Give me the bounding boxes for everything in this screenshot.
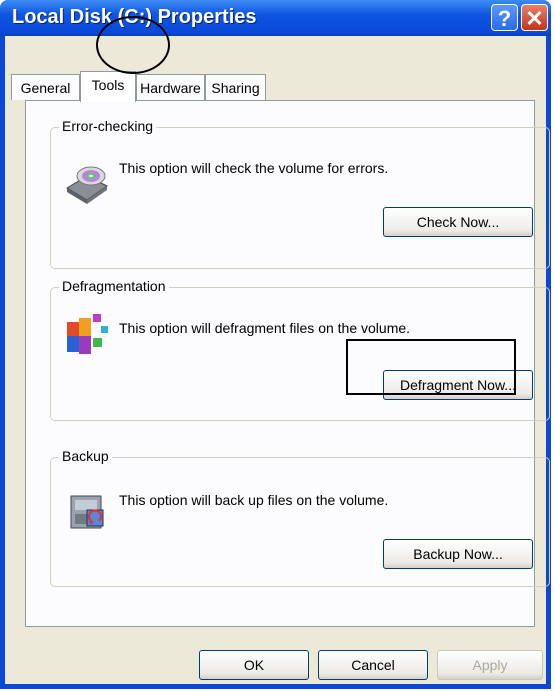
help-button[interactable]: ? (491, 4, 518, 31)
defragment-icon (63, 312, 111, 358)
defragmentation-description: This option will defragment files on the… (119, 320, 411, 336)
backup-title: Backup (59, 448, 112, 464)
backup-group: Backup This option will back up files on… (50, 448, 550, 587)
error-checking-group: Error-checking This option will check th… (50, 118, 550, 269)
error-checking-title: Error-checking (59, 118, 157, 134)
apply-button[interactable]: Apply (437, 650, 543, 680)
defragmentation-title: Defragmentation (59, 278, 169, 294)
tab-hardware[interactable]: Hardware (136, 74, 205, 100)
backup-description: This option will back up files on the vo… (119, 492, 389, 508)
backup-now-button[interactable]: Backup Now... (383, 539, 533, 569)
close-button[interactable]: ✕ (521, 4, 548, 31)
error-checking-description: This option will check the volume for er… (119, 160, 389, 176)
backup-icon (63, 488, 111, 534)
title-bar: Local Disk (C:) Properties ? ✕ (0, 0, 551, 36)
disk-check-icon (63, 160, 111, 206)
ok-button[interactable]: OK (199, 650, 309, 680)
tab-general[interactable]: General (11, 74, 80, 100)
cancel-button[interactable]: Cancel (318, 650, 428, 680)
tab-tools[interactable]: Tools (80, 71, 136, 102)
tab-sharing[interactable]: Sharing (205, 74, 266, 100)
defragment-button-box-annotation (346, 339, 516, 395)
tools-tab-circle-annotation (96, 16, 170, 74)
check-now-button[interactable]: Check Now... (383, 207, 533, 237)
